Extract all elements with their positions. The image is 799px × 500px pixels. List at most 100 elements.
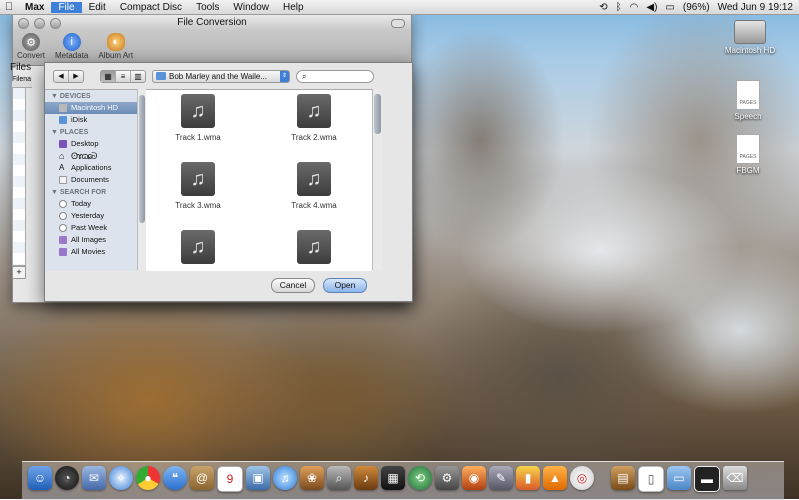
- album-art-button[interactable]: ◐ Album Art: [98, 31, 133, 65]
- ical-icon[interactable]: 9: [217, 466, 243, 492]
- toolbar-toggle-button[interactable]: [391, 19, 405, 28]
- clock-icon: [59, 224, 67, 232]
- idisk-icon: [59, 116, 67, 124]
- documents-stack-icon[interactable]: ▯: [638, 466, 664, 492]
- menu-clock[interactable]: Wed Jun 9 19:12: [718, 2, 793, 13]
- battery-percent[interactable]: (96%): [683, 2, 710, 13]
- volume-icon[interactable]: ◀): [646, 2, 657, 13]
- ichat-icon[interactable]: ❝: [163, 466, 187, 490]
- scrollbar-thumb[interactable]: [139, 95, 145, 223]
- time-machine-icon[interactable]: ⟲: [408, 466, 432, 490]
- menu-compact-disc[interactable]: Compact Disc: [113, 2, 189, 13]
- clock-icon: [59, 200, 67, 208]
- home-icon: ⌂: [59, 151, 65, 161]
- sidebar-item-past-week[interactable]: Past Week: [45, 222, 137, 234]
- apple-menu-icon[interactable]: : [0, 1, 18, 13]
- file-item[interactable]: ♫ Track 3.wma: [158, 162, 238, 210]
- desktop-icon-fbgm[interactable]: PAGES FBGM: [718, 134, 778, 175]
- file-item[interactable]: ♫: [274, 230, 354, 269]
- mail-icon[interactable]: ✉: [82, 466, 106, 490]
- music-note-icon: ♫: [181, 162, 215, 196]
- column-view-icon[interactable]: ▥: [130, 70, 145, 82]
- dashboard-icon[interactable]: ◔: [55, 466, 79, 490]
- battery-icon[interactable]: ▭: [665, 2, 674, 13]
- sidebar-item-desktop[interactable]: Desktop: [45, 138, 137, 150]
- system-preferences-icon[interactable]: ⚙: [435, 466, 459, 490]
- file-item[interactable]: ♫ Track 2.wma: [274, 94, 354, 142]
- terminal-icon[interactable]: ▬: [694, 466, 720, 492]
- downloads-stack-icon[interactable]: ▤: [611, 466, 635, 490]
- sidebar-item-yesterday[interactable]: Yesterday: [45, 210, 137, 222]
- iphoto-icon[interactable]: ❀: [300, 466, 324, 490]
- forward-button[interactable]: ▶: [68, 70, 83, 82]
- path-popup[interactable]: Bob Marley and the Waile... ⇕: [152, 69, 290, 83]
- music-note-icon: ♫: [297, 162, 331, 196]
- desktop-icon: [59, 140, 67, 148]
- close-icon[interactable]: [18, 18, 29, 29]
- metadata-button[interactable]: i Metadata: [55, 31, 88, 65]
- icon-view-icon[interactable]: ▦: [101, 70, 115, 82]
- file-item[interactable]: ♫ Track 1.wma: [158, 94, 238, 142]
- back-button[interactable]: ◀: [54, 71, 68, 82]
- trash-icon[interactable]: ⌫: [723, 466, 747, 490]
- spaces-icon[interactable]: ▦: [381, 466, 405, 490]
- max-app-icon[interactable]: ◎: [570, 466, 594, 490]
- sidebar-section-search[interactable]: ▼ SEARCH FOR: [45, 186, 137, 198]
- charts-app-icon[interactable]: ▮: [516, 466, 540, 490]
- file-item[interactable]: ♫ Track 4.wma: [274, 162, 354, 210]
- menu-window[interactable]: Window: [226, 2, 276, 13]
- files-table[interactable]: [12, 76, 26, 266]
- folder-icon: [156, 72, 166, 80]
- minimize-icon[interactable]: [34, 18, 45, 29]
- sidebar-section-devices[interactable]: ▼ DEVICES: [45, 90, 137, 102]
- sidebar-item-idisk[interactable]: iDisk: [45, 114, 137, 126]
- open-file-sheet: ◀ ▶ ▦ ≡ ▥ Bob Marley and the Waile... ⇕ …: [44, 62, 413, 302]
- window-titlebar[interactable]: File Conversion: [13, 15, 411, 31]
- chrome-icon[interactable]: ●: [136, 466, 160, 490]
- files-column-header[interactable]: Filena: [12, 76, 32, 88]
- itunes-icon[interactable]: ♫: [273, 466, 297, 490]
- wifi-icon[interactable]: ◠: [630, 2, 639, 13]
- address-book-icon[interactable]: @: [190, 466, 214, 490]
- convert-button[interactable]: ⚙ Convert: [17, 31, 45, 65]
- menu-tools[interactable]: Tools: [189, 2, 226, 13]
- sidebar-item-macintosh-hd[interactable]: Macintosh HD: [45, 102, 137, 114]
- time-machine-icon[interactable]: ⟲: [599, 2, 607, 13]
- vlc-icon[interactable]: ▲: [543, 466, 567, 490]
- menu-file[interactable]: File: [51, 1, 82, 13]
- zoom-icon[interactable]: [50, 18, 61, 29]
- cancel-button[interactable]: Cancel: [271, 278, 315, 293]
- photo-booth-icon[interactable]: ◉: [462, 466, 486, 490]
- sidebar-item-documents[interactable]: Documents: [45, 174, 137, 186]
- open-button[interactable]: Open: [323, 278, 367, 293]
- sidebar-item-all-images[interactable]: All Images: [45, 234, 137, 246]
- menu-edit[interactable]: Edit: [82, 2, 113, 13]
- home-folder-name-glyphs: ʘɤɷɕᘐ: [71, 151, 97, 161]
- search-input[interactable]: ⌕: [296, 69, 374, 83]
- sidebar-scrollbar[interactable]: [137, 89, 146, 270]
- preview-icon[interactable]: ▣: [246, 466, 270, 490]
- finder-icon[interactable]: ☺: [28, 466, 52, 490]
- sidebar-item-applications[interactable]: A Applications: [45, 162, 137, 174]
- menu-app-name[interactable]: Max: [18, 2, 51, 13]
- garageband-icon[interactable]: ♪: [354, 466, 378, 490]
- file-grid-scrollbar[interactable]: [372, 89, 382, 270]
- desktop-icon-speech[interactable]: PAGES Speech: [718, 80, 778, 121]
- bluetooth-icon[interactable]: ᛒ: [616, 2, 622, 13]
- music-note-icon: ♫: [181, 94, 215, 128]
- add-file-button[interactable]: +: [12, 266, 26, 279]
- sidebar-item-home[interactable]: ⌂ ʘɤɷɕᘐ: [45, 150, 137, 162]
- safari-icon[interactable]: ✧: [109, 466, 133, 490]
- sidebar-section-places[interactable]: ▼ PLACES: [45, 126, 137, 138]
- applications-folder-icon[interactable]: ▭: [667, 466, 691, 490]
- desktop-icon-macintosh-hd[interactable]: Macintosh HD: [720, 20, 780, 55]
- sidebar-item-today[interactable]: Today: [45, 198, 137, 210]
- search-icon: ⌕: [302, 71, 307, 81]
- file-item[interactable]: ♫: [158, 230, 238, 269]
- script-editor-icon[interactable]: ✎: [489, 466, 513, 490]
- spotlight-icon[interactable]: ⌕: [327, 466, 351, 490]
- sidebar-item-all-movies[interactable]: All Movies: [45, 246, 137, 258]
- list-view-icon[interactable]: ≡: [115, 70, 130, 82]
- menu-help[interactable]: Help: [276, 2, 311, 13]
- scrollbar-thumb[interactable]: [374, 94, 381, 134]
